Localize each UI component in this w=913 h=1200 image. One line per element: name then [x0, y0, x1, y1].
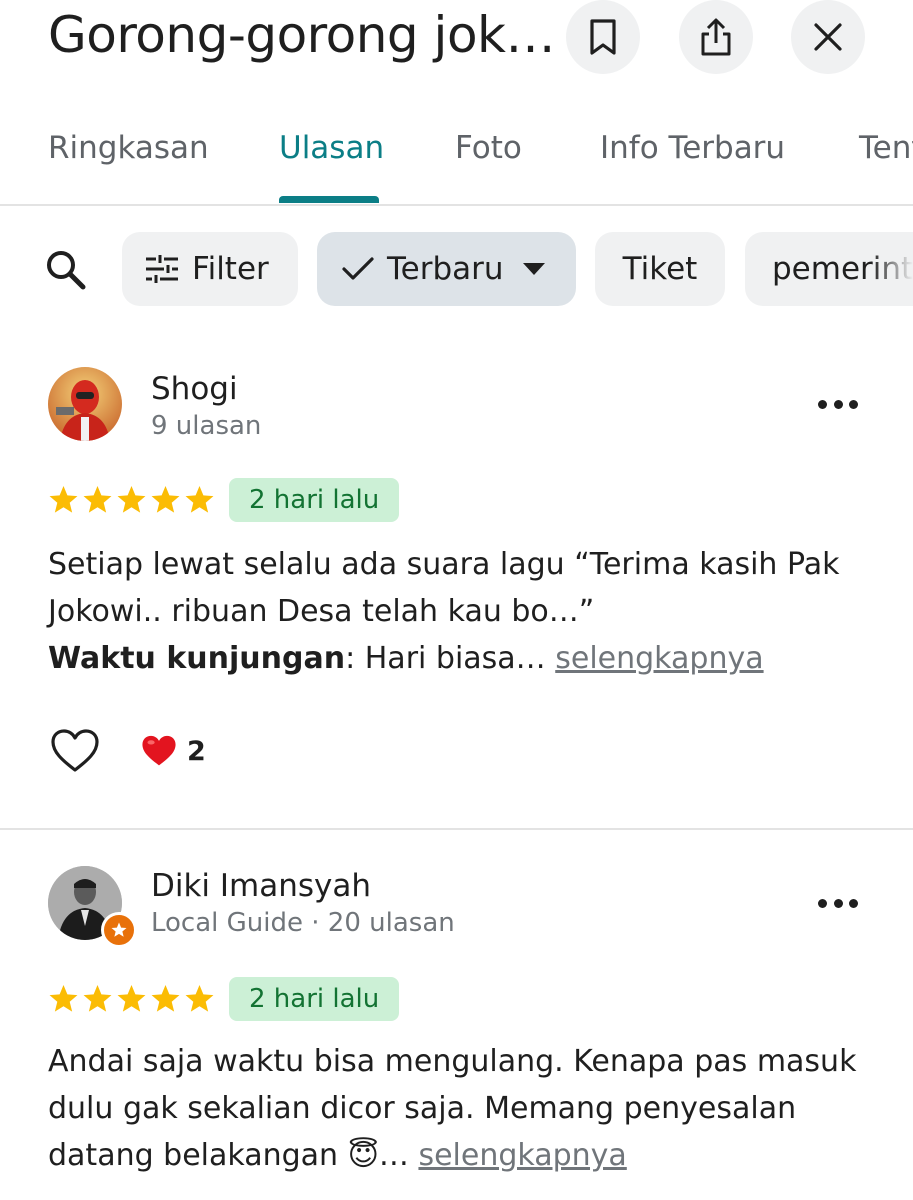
reviewer-meta: Local Guide · 20 ulasan	[151, 908, 455, 938]
review-body: Setiap lewat selalu ada suara lagu “Teri…	[48, 547, 840, 629]
tab-info-terbaru[interactable]: Info Terbaru	[600, 130, 785, 166]
star-icon	[49, 485, 78, 513]
reviewer-avatar-image	[48, 367, 122, 441]
review-more-options[interactable]	[818, 899, 858, 911]
close-button[interactable]	[791, 0, 865, 74]
tab-foto[interactable]: Foto	[455, 130, 522, 166]
search-reviews-button[interactable]	[43, 247, 89, 293]
star-icon	[83, 485, 112, 513]
star-icon	[185, 984, 214, 1012]
star-icon	[83, 984, 112, 1012]
share-icon	[701, 18, 731, 56]
star-badge-icon	[111, 922, 127, 937]
dropdown-arrow-icon	[522, 263, 545, 275]
more-dot	[833, 400, 843, 409]
review-divider	[0, 828, 913, 830]
more-dot	[833, 899, 843, 908]
pemerintah-chip-label: pemerint	[772, 251, 913, 287]
star-icon	[117, 984, 146, 1012]
red-heart-icon	[142, 735, 176, 766]
more-dot	[849, 899, 858, 908]
sort-chip-label: Terbaru	[387, 251, 504, 287]
place-title: Gorong-gorong jok…	[48, 6, 556, 64]
review-date-badge: 2 hari lalu	[229, 977, 400, 1021]
tab-bar: Ringkasan Ulasan Foto Info Terbaru Tent	[0, 110, 913, 206]
more-dot	[818, 400, 827, 409]
tab-tentang[interactable]: Tent	[859, 130, 913, 166]
more-dot	[849, 400, 858, 409]
save-button[interactable]	[566, 0, 640, 74]
reviewer-name[interactable]: Diki Imansyah	[151, 868, 371, 904]
reviewer-name[interactable]: Shogi	[151, 371, 238, 407]
star-rating	[48, 484, 215, 515]
tiket-chip-label: Tiket	[622, 251, 698, 287]
check-icon	[342, 257, 374, 280]
pemerintah-chip[interactable]: pemerint	[745, 232, 913, 306]
filter-chip[interactable]: Filter	[122, 232, 298, 306]
star-rating	[48, 983, 215, 1014]
reviewer-meta: 9 ulasan	[151, 411, 262, 441]
like-button[interactable]	[50, 728, 100, 779]
tab-ulasan[interactable]: Ulasan	[279, 130, 384, 166]
reaction-summary[interactable]: 2	[141, 734, 206, 768]
avatar[interactable]	[48, 367, 122, 441]
bookmark-icon	[590, 19, 616, 55]
visit-value: : Hari biasa…	[345, 641, 546, 676]
star-icon	[151, 984, 180, 1012]
star-icon	[117, 485, 146, 513]
active-tab-indicator	[279, 196, 379, 203]
filter-chip-label: Filter	[192, 251, 269, 287]
star-icon	[185, 485, 214, 513]
read-more-link[interactable]: selengkapnya	[418, 1138, 626, 1173]
reaction-count: 2	[187, 735, 206, 767]
share-button[interactable]	[679, 0, 753, 74]
sort-chip[interactable]: Terbaru	[317, 232, 576, 306]
visit-label: Waktu kunjungan	[48, 641, 346, 676]
review-text: Andai saja waktu bisa mengulang. Kenapa …	[48, 1038, 868, 1179]
close-icon	[814, 23, 842, 51]
review-date-badge: 2 hari lalu	[229, 478, 400, 522]
tune-icon	[146, 255, 178, 283]
review-text: Setiap lewat selalu ada suara lagu “Teri…	[48, 541, 868, 682]
star-icon	[49, 984, 78, 1012]
review-more-options[interactable]	[818, 400, 858, 412]
tiket-chip[interactable]: Tiket	[595, 232, 725, 306]
search-icon	[47, 251, 86, 290]
star-icon	[151, 485, 180, 513]
place-header: Gorong-gorong jok…	[0, 0, 913, 80]
more-dot	[818, 899, 827, 908]
tab-ringkasan[interactable]: Ringkasan	[48, 130, 209, 166]
local-guide-badge	[101, 912, 137, 948]
heart-outline-icon	[51, 729, 99, 772]
read-more-link[interactable]: selengkapnya	[555, 641, 763, 676]
